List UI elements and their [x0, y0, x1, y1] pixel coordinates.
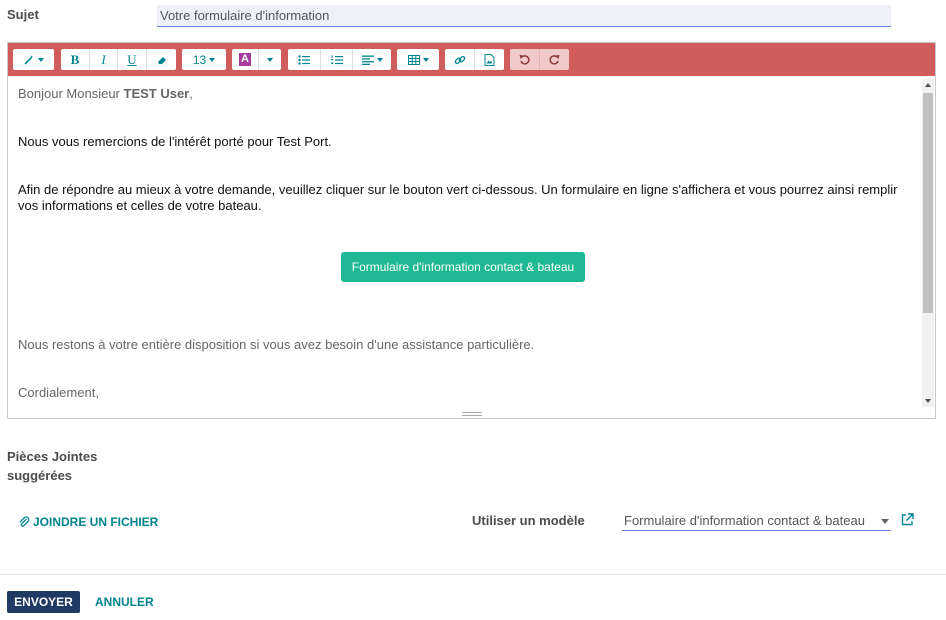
external-link-icon[interactable]: [901, 513, 914, 529]
font-size-value: 13: [192, 52, 207, 67]
table-dropdown-button[interactable]: [397, 49, 439, 70]
greeting-suffix: ,: [189, 86, 193, 101]
editor-resize-handle[interactable]: [8, 409, 935, 418]
closing-line: Cordialement,: [18, 385, 99, 400]
subject-input[interactable]: [157, 5, 891, 27]
editor-toolbar: B I U 13 A: [8, 43, 935, 76]
history-group: [510, 49, 569, 70]
color-group: A: [232, 49, 281, 70]
color-dropdown-button[interactable]: [259, 49, 281, 70]
editor-content[interactable]: Bonjour Monsieur TEST User, Nous vous re…: [8, 76, 920, 410]
chevron-down-icon: [881, 519, 889, 524]
undo-button[interactable]: [510, 49, 540, 70]
align-left-icon: [361, 55, 374, 65]
attachments-label-line1: Pièces Jointes: [7, 449, 98, 464]
editor-scrollbar[interactable]: [922, 79, 934, 407]
thanks-line: Nous vous remercions de l'intérêt porté …: [18, 134, 332, 149]
attach-file-label: JOINDRE UN FICHIER: [33, 515, 159, 529]
table-group: [397, 49, 439, 70]
scroll-down-arrow-icon[interactable]: [925, 399, 931, 403]
instructions-paragraph: Afin de répondre au mieux à votre demand…: [18, 182, 898, 213]
recipient-name: TEST User: [123, 86, 190, 101]
italic-button[interactable]: I: [90, 49, 118, 70]
footer-divider: [0, 574, 946, 575]
cancel-button[interactable]: ANNULER: [95, 595, 154, 609]
scroll-up-arrow-icon[interactable]: [925, 83, 931, 87]
attach-file-link[interactable]: JOINDRE UN FICHIER: [18, 515, 158, 529]
template-selected-value: Formulaire d'information contact & batea…: [624, 513, 865, 528]
image-button[interactable]: [475, 49, 504, 70]
send-button[interactable]: ENVOYER: [7, 591, 80, 613]
bold-button[interactable]: B: [61, 49, 90, 70]
link-button[interactable]: [445, 49, 475, 70]
suggested-attachments-label: Pièces Jointes suggérées: [7, 447, 117, 485]
font-size-dropdown[interactable]: 13: [182, 49, 226, 70]
text-color-icon: A: [239, 53, 251, 66]
grip-icon: [461, 411, 482, 416]
scrollbar-thumb[interactable]: [923, 93, 933, 313]
link-icon: [454, 55, 465, 64]
numbered-list-icon: [330, 55, 343, 64]
magic-wand-icon: [24, 54, 34, 65]
text-color-button[interactable]: A: [232, 49, 259, 70]
redo-icon: [549, 55, 560, 65]
underline-button[interactable]: U: [118, 49, 147, 70]
form-link-button[interactable]: Formulaire d'information contact & batea…: [341, 252, 585, 282]
paperclip-icon: [19, 516, 30, 527]
greeting-line: Bonjour Monsieur TEST User,: [18, 86, 908, 102]
style-dropdown-button[interactable]: [13, 49, 54, 70]
greeting-prefix: Bonjour Monsieur: [18, 86, 124, 101]
table-icon: [407, 54, 420, 65]
eraser-icon: [157, 56, 166, 64]
attachments-label-line2: suggérées: [7, 468, 73, 483]
font-size-group: 13: [182, 49, 226, 70]
html-editor: B I U 13 A Bonjour Monsieur TEST User, N…: [7, 42, 936, 419]
subject-label: Sujet: [7, 7, 39, 22]
font-style-group: B I U: [61, 49, 176, 70]
style-group: [13, 49, 54, 70]
numbered-list-button[interactable]: [321, 49, 353, 70]
assistance-line: Nous restons à votre entière disposition…: [18, 337, 535, 352]
template-label: Utiliser un modèle: [472, 513, 585, 528]
paragraph-group: [288, 49, 391, 70]
redo-button[interactable]: [540, 49, 569, 70]
insert-group: [445, 49, 504, 70]
eraser-button[interactable]: [147, 49, 176, 70]
align-dropdown-button[interactable]: [353, 49, 391, 70]
undo-icon: [519, 55, 530, 65]
bullet-list-icon: [298, 54, 310, 65]
bullet-list-button[interactable]: [288, 49, 321, 70]
image-icon: [484, 53, 495, 66]
template-select[interactable]: Formulaire d'information contact & batea…: [622, 511, 891, 531]
